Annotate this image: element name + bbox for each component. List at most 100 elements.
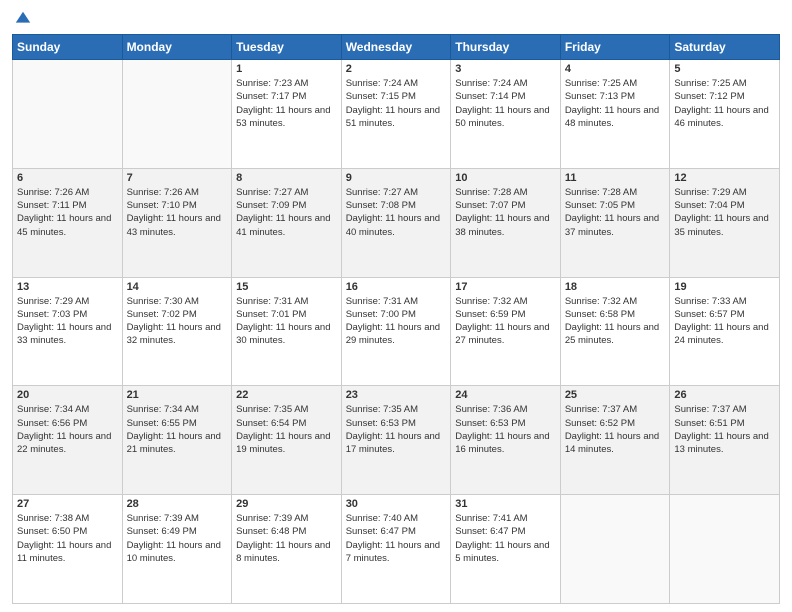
- day-number: 1: [236, 63, 337, 75]
- day-number: 8: [236, 172, 337, 184]
- calendar-cell: [560, 495, 670, 604]
- calendar-cell: 29Sunrise: 7:39 AMSunset: 6:48 PMDayligh…: [232, 495, 342, 604]
- day-info: Sunrise: 7:28 AM Sunset: 7:05 PM Daylight:…: [565, 186, 666, 239]
- sunset-text: Sunset: 7:07 PM: [455, 200, 525, 211]
- day-number: 10: [455, 172, 556, 184]
- daylight-text: Daylight: 11 hours and 46 minutes.: [674, 105, 768, 129]
- day-number: 12: [674, 172, 775, 184]
- day-number: 16: [346, 281, 447, 293]
- page: Sunday Monday Tuesday Wednesday Thursday…: [0, 0, 792, 612]
- day-number: 20: [17, 389, 118, 401]
- calendar-cell: 13Sunrise: 7:29 AMSunset: 7:03 PMDayligh…: [13, 277, 123, 386]
- day-info: Sunrise: 7:26 AMSunset: 7:11 PMDaylight:…: [17, 186, 118, 239]
- daylight-text: Daylight: 11 hours and 24 minutes.: [674, 322, 768, 346]
- sunset-text: Sunset: 7:08 PM: [346, 200, 416, 211]
- day-number: 22: [236, 389, 337, 401]
- daylight-text: Daylight: 11 hours and 17 minutes.: [346, 431, 440, 455]
- day-info: Sunrise: 7:30 AMSunset: 7:02 PMDaylight:…: [127, 295, 228, 348]
- sunrise-text: Sunrise: 7:24 AM: [346, 78, 418, 89]
- sunset-text: Sunset: 7:05 PM: [565, 200, 635, 211]
- calendar-cell: 19 Sunrise: 7:33 AMSunset: 6:57 PMDayligh…: [670, 277, 780, 386]
- daylight-text: Daylight: 11 hours and 5 minutes.: [455, 540, 549, 564]
- sunset-text: Sunset: 7:04 PM: [674, 200, 744, 211]
- daylight-text: Daylight: 11 hours and 27 minutes.: [455, 322, 549, 346]
- daylight-text: Daylight: 11 hours and 30 minutes.: [236, 322, 330, 346]
- sunset-text: Sunset: 6:56 PM: [17, 418, 87, 429]
- day-info: Sunrise: 7:31 AM Sunset: 7:01 PM Daylight:…: [236, 295, 337, 348]
- calendar-cell: 6Sunrise: 7:26 AMSunset: 7:11 PMDaylight…: [13, 168, 123, 277]
- day-info: Sunrise: 7:33 AMSunset: 6:57 PMDaylight:…: [674, 295, 775, 348]
- sunrise-text: Sunrise: 7:31 AM: [236, 296, 308, 307]
- sunrise-text: Sunrise: 7:26 AM: [17, 187, 89, 198]
- calendar-cell: 10 Sunrise: 7:28 AM Sunset: 7:07 PM Dayligh…: [451, 168, 561, 277]
- sunrise-text: Sunrise: 7:37 AM: [565, 404, 637, 415]
- col-wednesday: Wednesday: [341, 35, 451, 60]
- calendar-cell: 12 Sunrise: 7:29 AMSunset: 7:04 PMDayligh…: [670, 168, 780, 277]
- calendar: Sunday Monday Tuesday Wednesday Thursday…: [12, 34, 780, 604]
- col-tuesday: Tuesday: [232, 35, 342, 60]
- sunset-text: Sunset: 6:51 PM: [674, 418, 744, 429]
- daylight-text: Daylight: 11 hours and 13 minutes.: [674, 431, 768, 455]
- daylight-text: Daylight: 11 hours and 14 minutes.: [565, 431, 659, 455]
- day-info: Sunrise: 7:29 AMSunset: 7:04 PMDaylight:…: [674, 186, 775, 239]
- day-info: Sunrise: 7:34 AMSunset: 6:56 PMDaylight:…: [17, 403, 118, 456]
- calendar-week-5: 27Sunrise: 7:38 AMSunset: 6:50 PMDayligh…: [13, 495, 780, 604]
- sunset-text: Sunset: 6:58 PM: [565, 309, 635, 320]
- logo-icon: [14, 10, 32, 28]
- sunset-text: Sunset: 6:53 PM: [346, 418, 416, 429]
- sunrise-text: Sunrise: 7:28 AM: [565, 187, 637, 198]
- col-thursday: Thursday: [451, 35, 561, 60]
- day-number: 11: [565, 172, 666, 184]
- day-number: 26: [674, 389, 775, 401]
- sunset-text: Sunset: 7:14 PM: [455, 91, 525, 102]
- col-monday: Monday: [122, 35, 232, 60]
- sunrise-text: Sunrise: 7:38 AM: [17, 513, 89, 524]
- day-info: Sunrise: 7:34 AMSunset: 6:55 PMDaylight:…: [127, 403, 228, 456]
- day-info: Sunrise: 7:37 AMSunset: 6:52 PMDaylight:…: [565, 403, 666, 456]
- calendar-cell: 1 Sunrise: 7:23 AMSunset: 7:17 PMDaylight…: [232, 60, 342, 169]
- calendar-cell: 17Sunrise: 7:32 AMSunset: 6:59 PMDayligh…: [451, 277, 561, 386]
- day-number: 18: [565, 281, 666, 293]
- daylight-text: Daylight: 11 hours and 40 minutes.: [346, 213, 440, 237]
- day-info: Sunrise: 7:27 AMSunset: 7:08 PMDaylight:…: [346, 186, 447, 239]
- sunrise-text: Sunrise: 7:35 AM: [236, 404, 308, 415]
- daylight-text: Daylight: 11 hours and 37 minutes.: [565, 213, 659, 237]
- header: [12, 10, 780, 28]
- sunset-text: Sunset: 7:01 PM: [236, 309, 306, 320]
- day-number: 25: [565, 389, 666, 401]
- daylight-text: Daylight: 11 hours and 50 minutes.: [455, 105, 549, 129]
- sunset-text: Sunset: 7:02 PM: [127, 309, 197, 320]
- day-info: Sunrise: 7:39 AMSunset: 6:48 PMDaylight:…: [236, 512, 337, 565]
- day-number: 2: [346, 63, 447, 75]
- sunrise-text: Sunrise: 7:23 AM: [236, 78, 308, 89]
- daylight-text: Daylight: 11 hours and 45 minutes.: [17, 213, 111, 237]
- daylight-text: Daylight: 11 hours and 41 minutes.: [236, 213, 330, 237]
- sunset-text: Sunset: 7:15 PM: [346, 91, 416, 102]
- sunrise-text: Sunrise: 7:24 AM: [455, 78, 527, 89]
- calendar-cell: 31Sunrise: 7:41 AMSunset: 6:47 PMDayligh…: [451, 495, 561, 604]
- daylight-text: Daylight: 11 hours and 43 minutes.: [127, 213, 221, 237]
- daylight-text: Daylight: 11 hours and 29 minutes.: [346, 322, 440, 346]
- sunset-text: Sunset: 6:59 PM: [455, 309, 525, 320]
- col-sunday: Sunday: [13, 35, 123, 60]
- day-info: Sunrise: 7:39 AMSunset: 6:49 PMDaylight:…: [127, 512, 228, 565]
- sunrise-text: Sunrise: 7:37 AM: [674, 404, 746, 415]
- daylight-text: Daylight: 11 hours and 33 minutes.: [17, 322, 111, 346]
- day-info: Sunrise: 7:40 AMSunset: 6:47 PMDaylight:…: [346, 512, 447, 565]
- day-info: Sunrise: 7:32 AMSunset: 6:58 PMDaylight:…: [565, 295, 666, 348]
- day-number: 19: [674, 281, 775, 293]
- sunset-text: Sunset: 6:57 PM: [674, 309, 744, 320]
- daylight-text: Daylight: 11 hours and 22 minutes.: [17, 431, 111, 455]
- day-number: 28: [127, 498, 228, 510]
- daylight-text: Daylight: 11 hours and 11 minutes.: [17, 540, 111, 564]
- day-info: Sunrise: 7:35 AMSunset: 6:54 PMDaylight:…: [236, 403, 337, 456]
- day-info: Sunrise: 7:23 AMSunset: 7:17 PMDaylight:…: [236, 77, 337, 130]
- daylight-text: Daylight: 11 hours and 38 minutes.: [455, 213, 549, 237]
- day-number: 3: [455, 63, 556, 75]
- calendar-cell: 28 Sunrise: 7:39 AMSunset: 6:49 PMDayligh…: [122, 495, 232, 604]
- sunrise-text: Sunrise: 7:28 AM: [455, 187, 527, 198]
- sunset-text: Sunset: 6:50 PM: [17, 526, 87, 537]
- day-info: Sunrise: 7:38 AM Sunset: 6:50 PM Daylight:…: [17, 512, 118, 565]
- calendar-cell: 20 Sunrise: 7:34 AMSunset: 6:56 PMDayligh…: [13, 386, 123, 495]
- calendar-cell: 27Sunrise: 7:38 AMSunset: 6:50 PMDayligh…: [13, 495, 123, 604]
